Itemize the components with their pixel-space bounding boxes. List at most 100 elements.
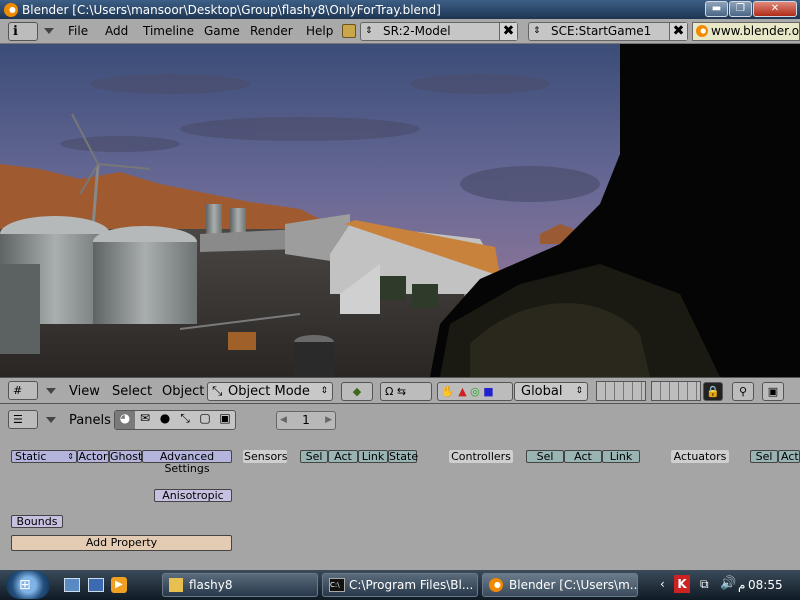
sensors-state-button[interactable]: State [388, 450, 418, 463]
sensors-link-button[interactable]: Link [358, 450, 388, 463]
blender-url-link[interactable]: www.blender.or [692, 22, 800, 41]
editor-type-grid-icon[interactable]: # [8, 381, 38, 400]
menu-game[interactable]: Game [204, 24, 240, 38]
menu-file[interactable]: File [68, 24, 88, 38]
scale-icon: ■ [483, 385, 494, 398]
sensors-label: Sensors [243, 450, 288, 463]
task-flashy8[interactable]: flashy8 [162, 573, 318, 597]
volume-tray-icon[interactable]: 🔊 [720, 576, 736, 591]
scene-delete-button[interactable]: ✖ [669, 23, 687, 40]
frame-left-arrow-icon[interactable]: ◀ [280, 412, 287, 429]
3d-viewport[interactable] [0, 44, 800, 377]
actor-toggle[interactable]: Actor [77, 450, 109, 463]
screen-field-value: SR:2-Model [383, 24, 451, 38]
collapse-menu-icon[interactable] [46, 388, 56, 394]
actuators-act-button[interactable]: Act [778, 450, 800, 463]
actuators-label: Actuators [671, 450, 729, 463]
scene-context-icon[interactable]: ▣ [215, 411, 235, 429]
windows-logo-icon: ⊞ [19, 577, 31, 593]
layers-row-2[interactable] [651, 381, 701, 401]
3d-view-header: # View Select Object ⤡ Object Mode ⇕ ◆ Ω… [0, 377, 800, 404]
controllers-sel-button[interactable]: Sel [526, 450, 564, 463]
window-title: Blender [C:\Users\mansoor\Desktop\Group\… [22, 2, 441, 17]
advanced-settings-button[interactable]: Advanced Settings [142, 450, 232, 475]
pivot-select[interactable]: Ω ⇆ [380, 382, 432, 401]
draw-type-select[interactable]: ◆ [341, 382, 373, 401]
task-flashy8-label: flashy8 [189, 578, 233, 592]
menu-select[interactable]: Select [112, 384, 152, 399]
sensors-act-button[interactable]: Act [328, 450, 358, 463]
manipulator-group[interactable]: ✋ ▲ ◎ ■ [437, 382, 513, 401]
physics-type-select[interactable]: Static ⇕ [11, 450, 77, 463]
frame-field[interactable]: ◀ 1 ▶ [276, 411, 336, 430]
layers-row-1[interactable] [596, 381, 646, 401]
translate-icon: ▲ [458, 385, 467, 398]
clock[interactable]: 08:55 [748, 578, 783, 592]
scene-field[interactable]: ⇕ SCE:StartGame1 ✖ [528, 22, 688, 41]
add-property-button[interactable]: Add Property [11, 535, 232, 551]
logic-context-icon[interactable]: ◕ [115, 411, 135, 429]
screen-arrows-icon: ⇕ [365, 26, 373, 36]
hand-icon: ✋ [441, 385, 455, 398]
bounds-toggle[interactable]: Bounds [11, 515, 63, 528]
show-desktop-icon[interactable] [64, 578, 80, 592]
render-icon[interactable]: ▣ [762, 382, 784, 401]
shading-context-icon[interactable]: ● [155, 411, 175, 429]
mode-arrows-icon: ⇕ [320, 386, 328, 396]
scene-field-value: SCE:StartGame1 [551, 24, 652, 38]
frame-value: 1 [302, 413, 310, 427]
tray-expand-icon[interactable]: ‹ [660, 577, 665, 591]
orientation-value: Global [521, 384, 563, 399]
game-scene-render [0, 44, 800, 377]
draw-type-icon: ◆ [352, 385, 362, 398]
buttons-editor-type-icon[interactable]: ☰ [8, 410, 38, 429]
sensors-sel-button[interactable]: Sel [300, 450, 328, 463]
minimize-button[interactable]: ▬ [705, 1, 728, 17]
screen-browse-icon[interactable] [342, 24, 356, 38]
lock-layers-icon[interactable]: 🔒 [703, 382, 723, 401]
controllers-act-button[interactable]: Act [564, 450, 602, 463]
maximize-button[interactable]: ❐ [729, 1, 752, 17]
actuators-sel-button[interactable]: Sel [750, 450, 778, 463]
collapse-menu-icon[interactable] [44, 28, 54, 34]
orientation-select[interactable]: Global ⇕ [514, 382, 588, 401]
menu-render[interactable]: Render [250, 24, 293, 38]
snap-icon: ⇆ [396, 385, 407, 398]
menu-view[interactable]: View [69, 384, 100, 399]
menu-timeline[interactable]: Timeline [143, 24, 194, 38]
blender-logo-small-icon [696, 25, 708, 37]
ghost-toggle[interactable]: Ghost [109, 450, 142, 463]
controllers-link-button[interactable]: Link [602, 450, 640, 463]
antivirus-tray-icon[interactable]: K [674, 575, 690, 593]
info-editor-type-icon[interactable]: ℹ [8, 22, 38, 41]
magnet-icon: Ω [385, 385, 394, 398]
mode-value: Object Mode [228, 384, 310, 399]
switch-windows-icon[interactable] [88, 578, 104, 592]
taskbar: ⊞ ▶ flashy8 C:\ C:\Program Files\Bl... B… [0, 570, 800, 600]
orientation-arrows-icon: ⇕ [575, 386, 583, 396]
media-player-icon[interactable]: ▶ [111, 577, 127, 593]
collapse-panels-icon[interactable] [46, 417, 56, 423]
menu-add[interactable]: Add [105, 24, 128, 38]
close-button[interactable]: ✕ [753, 1, 797, 17]
frame-right-arrow-icon[interactable]: ▶ [325, 412, 332, 429]
editing-context-icon[interactable]: ▢ [195, 411, 215, 429]
object-context-icon[interactable]: ⤡ [175, 411, 195, 429]
menu-object[interactable]: Object [162, 384, 204, 399]
link-icon[interactable]: ⚲ [732, 382, 754, 401]
object-mode-icon: ⤡ [212, 384, 223, 399]
menu-help[interactable]: Help [306, 24, 333, 38]
script-context-icon[interactable]: ✉ [135, 411, 155, 429]
start-button[interactable]: ⊞ [6, 571, 50, 599]
task-command-prompt[interactable]: C:\ C:\Program Files\Bl... [322, 573, 478, 597]
screen-delete-button[interactable]: ✖ [499, 23, 517, 40]
folder-icon [169, 578, 183, 592]
task-command-prompt-label: C:\Program Files\Bl... [349, 578, 474, 592]
network-tray-icon[interactable]: ⧉ [700, 577, 709, 592]
url-text: www.blender.or [711, 24, 800, 38]
anisotropic-toggle[interactable]: Anisotropic [154, 489, 232, 502]
task-blender[interactable]: Blender [C:\Users\m... [482, 573, 638, 597]
screen-field[interactable]: ⇕ SR:2-Model ✖ [360, 22, 518, 41]
panels-label: Panels [69, 413, 111, 428]
mode-select[interactable]: ⤡ Object Mode ⇕ [207, 382, 333, 401]
